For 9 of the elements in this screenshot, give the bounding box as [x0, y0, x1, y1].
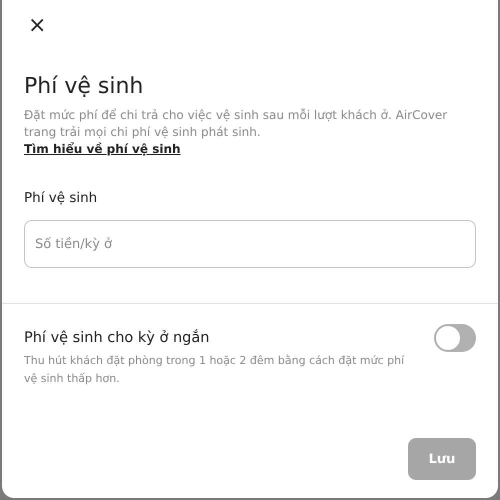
dialog-title: Phí vệ sinh — [24, 74, 144, 99]
learn-more-link[interactable]: Tìm hiểu về phí vệ sinh — [24, 141, 181, 158]
dialog-description: Đặt mức phí để chi trả cho việc vệ sinh sau mỗi lượt khách ở. AirCover trang trải mọi chi phí vệ sinh phát sinh. — [24, 107, 448, 141]
toggle-switch[interactable] — [434, 324, 476, 352]
close-button[interactable]: × — [24, 14, 50, 38]
setting-title: Phí vệ sinh cho kỳ ở ngắn — [24, 330, 210, 346]
setting-description: Thu hút khách đặt phòng trong 1 hoặc 2 đêm bằng cách đặt mức phí vệ sinh thấp hơn. — [24, 353, 406, 387]
field-label: Phí vệ sinh — [24, 190, 98, 206]
fee-input-field[interactable]: Số tiền/kỳ ở — [24, 220, 476, 268]
